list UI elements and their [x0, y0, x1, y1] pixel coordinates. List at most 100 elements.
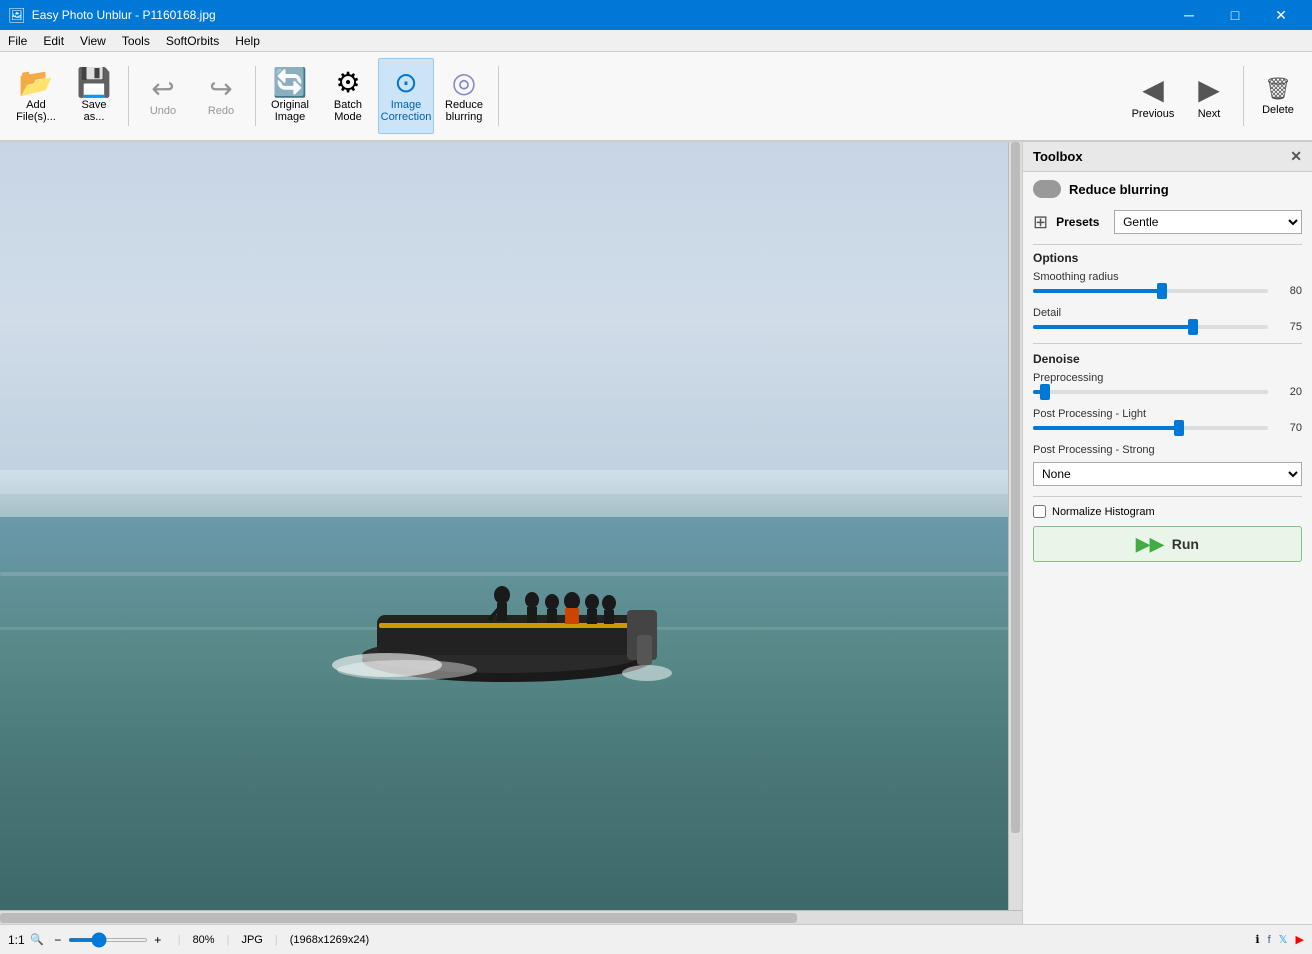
smoothing-radius-track[interactable] — [1033, 289, 1268, 293]
menu-edit[interactable]: Edit — [35, 32, 72, 50]
toolbar-separator-1 — [128, 66, 129, 126]
presets-icon: ⊞ — [1033, 212, 1048, 233]
title-bar-left: 🖼 Easy Photo Unblur - P1160168.jpg — [8, 7, 216, 24]
delete-icon: 🗑 — [1264, 76, 1292, 102]
detail-value: 75 — [1274, 321, 1302, 333]
batch-mode-icon: ⚙ — [335, 69, 360, 97]
menu-help[interactable]: Help — [227, 32, 268, 50]
status-sep-1: | — [178, 934, 181, 946]
undo-label: Undo — [150, 105, 176, 117]
v-scrollbar[interactable] — [1008, 142, 1022, 910]
redo-icon: ↪ — [209, 75, 232, 103]
h-scroll-thumb[interactable] — [0, 913, 797, 923]
v-scroll-thumb[interactable] — [1011, 142, 1020, 833]
twitter-icon[interactable]: 𝕏 — [1279, 933, 1288, 946]
image-area[interactable] — [0, 142, 1022, 924]
divider-2 — [1033, 343, 1302, 344]
detail-row: Detail 75 — [1033, 307, 1302, 333]
save-as-button[interactable]: 💾 Save as... — [66, 58, 122, 134]
zoom-fit-button[interactable]: 1:1 — [8, 933, 24, 947]
info-icon[interactable]: ℹ — [1255, 933, 1259, 946]
delete-label: Delete — [1262, 104, 1294, 116]
post-processing-strong-label: Post Processing - Strong — [1033, 444, 1302, 456]
reduce-blurring-button[interactable]: ◎ Reduce blurring — [436, 58, 492, 134]
toolbar-separator-4 — [1243, 66, 1244, 126]
reduce-blurring-title: Reduce blurring — [1069, 182, 1169, 197]
smoothing-radius-container: 80 — [1033, 285, 1302, 297]
post-processing-strong-row: Post Processing - Strong None Light Medi… — [1033, 444, 1302, 486]
boat-svg — [327, 505, 687, 705]
toolbox-body: Reduce blurring ⊞ Presets Gentle Medium … — [1023, 172, 1312, 570]
image-correction-button[interactable]: ⊙ Image Correction — [378, 58, 434, 134]
menu-softorbits[interactable]: SoftOrbits — [158, 32, 227, 50]
smoothing-radius-label: Smoothing radius — [1033, 271, 1302, 283]
menu-file[interactable]: File — [0, 32, 35, 50]
post-processing-light-label: Post Processing - Light — [1033, 408, 1302, 420]
smoothing-radius-fill — [1033, 289, 1162, 293]
dimensions: (1968x1269x24) — [290, 934, 370, 946]
post-processing-light-container: 70 — [1033, 422, 1302, 434]
minimize-button[interactable]: ─ — [1166, 0, 1212, 30]
reduce-blurring-section: Reduce blurring — [1033, 180, 1302, 198]
preprocessing-row: Preprocessing 20 — [1033, 372, 1302, 398]
status-sep-3: | — [275, 934, 278, 946]
normalize-histogram-checkbox[interactable] — [1033, 505, 1046, 518]
boat-scene — [0, 142, 1022, 924]
image-correction-icon: ⊙ — [394, 69, 417, 97]
smoothing-radius-thumb[interactable] — [1157, 283, 1167, 299]
batch-mode-label: Batch Mode — [334, 99, 362, 123]
post-processing-light-fill — [1033, 426, 1179, 430]
undo-button[interactable]: ↩ Undo — [135, 58, 191, 134]
menu-tools[interactable]: Tools — [114, 32, 158, 50]
status-bar: 1:1 🔍 − + | 80% | JPG | (1968x1269x24) ℹ… — [0, 924, 1312, 954]
facebook-icon[interactable]: f — [1268, 934, 1271, 946]
presets-row: ⊞ Presets Gentle Medium Strong Custom — [1033, 210, 1302, 234]
close-button[interactable]: ✕ — [1258, 0, 1304, 30]
preprocessing-value: 20 — [1274, 386, 1302, 398]
add-files-button[interactable]: 📂 Add File(s)... — [8, 58, 64, 134]
original-image-button[interactable]: 🔄 Original Image — [262, 58, 318, 134]
h-scrollbar[interactable] — [0, 910, 1022, 924]
denoise-label: Denoise — [1033, 352, 1302, 366]
zoom-slider[interactable] — [68, 938, 148, 942]
divider-3 — [1033, 496, 1302, 497]
title-bar: 🖼 Easy Photo Unblur - P1160168.jpg ─ □ ✕ — [0, 0, 1312, 30]
detail-container: 75 — [1033, 321, 1302, 333]
normalize-histogram-label[interactable]: Normalize Histogram — [1052, 506, 1155, 518]
previous-button[interactable]: ◀ Previous — [1127, 58, 1179, 134]
preprocessing-thumb[interactable] — [1040, 384, 1050, 400]
reduce-blurring-icon — [1033, 180, 1061, 198]
toolbox-header: Toolbox ✕ — [1023, 142, 1312, 172]
smoothing-radius-row: Smoothing radius 80 — [1033, 271, 1302, 297]
zoom-icon: 🔍 — [30, 933, 44, 946]
menu-view[interactable]: View — [72, 32, 114, 50]
preprocessing-label: Preprocessing — [1033, 372, 1302, 384]
previous-icon: ◀ — [1142, 73, 1164, 106]
preprocessing-container: 20 — [1033, 386, 1302, 398]
redo-button[interactable]: ↪ Redo — [193, 58, 249, 134]
detail-track[interactable] — [1033, 325, 1268, 329]
next-button[interactable]: ▶ Next — [1183, 58, 1235, 134]
add-files-icon: 📂 — [19, 69, 54, 97]
youtube-icon[interactable]: ▶ — [1296, 933, 1304, 946]
toolbar-right: ◀ Previous ▶ Next 🗑 Delete — [1127, 58, 1304, 134]
run-button[interactable]: ▶▶ Run — [1033, 526, 1302, 562]
main-content: Toolbox ✕ Reduce blurring ⊞ Presets Gent… — [0, 142, 1312, 924]
undo-icon: ↩ — [151, 75, 174, 103]
smoothing-radius-value: 80 — [1274, 285, 1302, 297]
post-processing-light-track[interactable] — [1033, 426, 1268, 430]
zoom-out-button[interactable]: − — [50, 933, 66, 947]
presets-select[interactable]: Gentle Medium Strong Custom — [1114, 210, 1302, 234]
post-processing-light-thumb[interactable] — [1174, 420, 1184, 436]
post-processing-strong-select[interactable]: None Light Medium Strong — [1033, 462, 1302, 486]
zoom-in-button[interactable]: + — [150, 933, 166, 947]
delete-button[interactable]: 🗑 Delete — [1252, 58, 1304, 134]
maximize-button[interactable]: □ — [1212, 0, 1258, 30]
toolbox-close-button[interactable]: ✕ — [1290, 148, 1302, 165]
detail-thumb[interactable] — [1188, 319, 1198, 335]
preprocessing-track[interactable] — [1033, 390, 1268, 394]
window-title: Easy Photo Unblur - P1160168.jpg — [32, 8, 216, 22]
batch-mode-button[interactable]: ⚙ Batch Mode — [320, 58, 376, 134]
detail-fill — [1033, 325, 1193, 329]
post-processing-light-value: 70 — [1274, 422, 1302, 434]
